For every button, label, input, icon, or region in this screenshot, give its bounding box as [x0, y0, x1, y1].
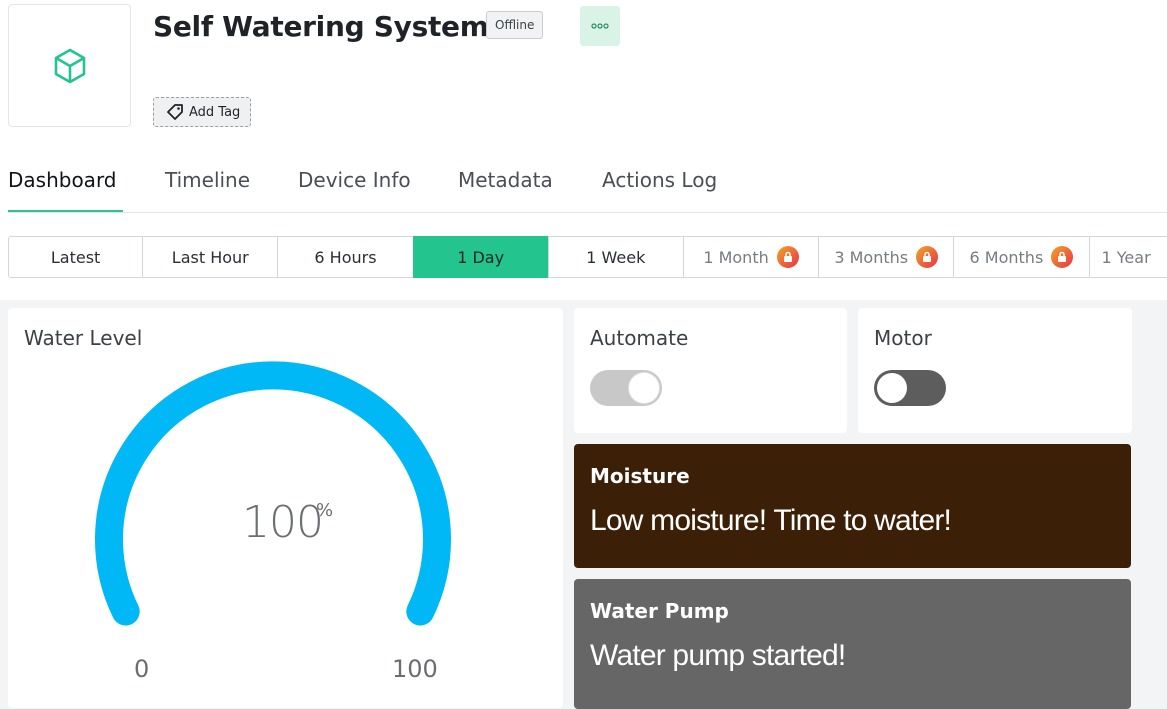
water-pump-card: Water Pump Water pump started! [574, 579, 1131, 709]
motor-card: Motor [858, 308, 1132, 433]
gauge-max-label: 100 [392, 655, 438, 683]
range-1-year[interactable]: 1 Year [1089, 236, 1167, 278]
automate-title: Automate [590, 326, 688, 350]
range-6-hours[interactable]: 6 Hours [277, 236, 413, 278]
switch-knob [629, 373, 659, 403]
add-tag-button[interactable]: Add Tag [153, 97, 251, 127]
more-options-button[interactable] [580, 6, 620, 46]
range-latest[interactable]: Latest [8, 236, 143, 278]
range-label: Latest [51, 248, 100, 267]
gauge-unit: % [316, 500, 333, 521]
status-badge: Offline [486, 11, 543, 39]
motor-title: Motor [874, 326, 932, 350]
lock-icon [916, 246, 938, 268]
add-tag-label: Add Tag [189, 105, 240, 120]
moisture-card: Moisture Low moisture! Time to water! [574, 444, 1131, 568]
tab-bar: Dashboard Timeline Device Info Metadata … [8, 168, 1167, 213]
moisture-message: Low moisture! Time to water! [590, 504, 951, 538]
automate-switch[interactable] [590, 370, 662, 406]
tab-metadata[interactable]: Metadata [458, 168, 553, 192]
range-3-months[interactable]: 3 Months [818, 236, 954, 278]
active-tab-indicator [8, 210, 123, 212]
tab-device-info[interactable]: Device Info [298, 168, 411, 192]
water-level-title: Water Level [24, 326, 142, 350]
range-last-hour[interactable]: Last Hour [142, 236, 278, 278]
water-pump-message: Water pump started! [590, 639, 845, 673]
range-label: 6 Hours [314, 248, 376, 267]
automate-card: Automate [574, 308, 847, 433]
device-thumbnail [8, 4, 131, 127]
cube-icon [53, 48, 87, 84]
motor-switch[interactable] [874, 370, 946, 406]
time-range-selector: Latest Last Hour 6 Hours 1 Day 1 Week 1 … [8, 236, 1167, 278]
range-1-day[interactable]: 1 Day [413, 236, 549, 278]
tab-actions-log[interactable]: Actions Log [602, 168, 717, 192]
range-label: Last Hour [172, 248, 249, 267]
range-label: 1 Month [703, 248, 768, 267]
lock-icon [1051, 246, 1073, 268]
range-label: 1 Year [1102, 248, 1151, 267]
tag-icon [166, 104, 184, 120]
range-1-week[interactable]: 1 Week [548, 236, 684, 278]
moisture-title: Moisture [590, 464, 690, 488]
range-label: 3 Months [834, 248, 908, 267]
gauge-min-label: 0 [134, 655, 149, 683]
more-dots-icon [591, 23, 609, 29]
gauge-value: 100 [242, 497, 323, 548]
range-1-month[interactable]: 1 Month [683, 236, 819, 278]
page-title: Self Watering System [153, 10, 489, 43]
range-6-months[interactable]: 6 Months [953, 236, 1089, 278]
tab-timeline[interactable]: Timeline [165, 168, 250, 192]
range-label: 6 Months [970, 248, 1044, 267]
range-label: 1 Week [586, 248, 645, 267]
water-pump-title: Water Pump [590, 599, 729, 623]
range-label: 1 Day [457, 248, 504, 267]
tab-dashboard[interactable]: Dashboard [8, 168, 117, 192]
lock-icon [777, 246, 799, 268]
switch-knob [877, 373, 907, 403]
